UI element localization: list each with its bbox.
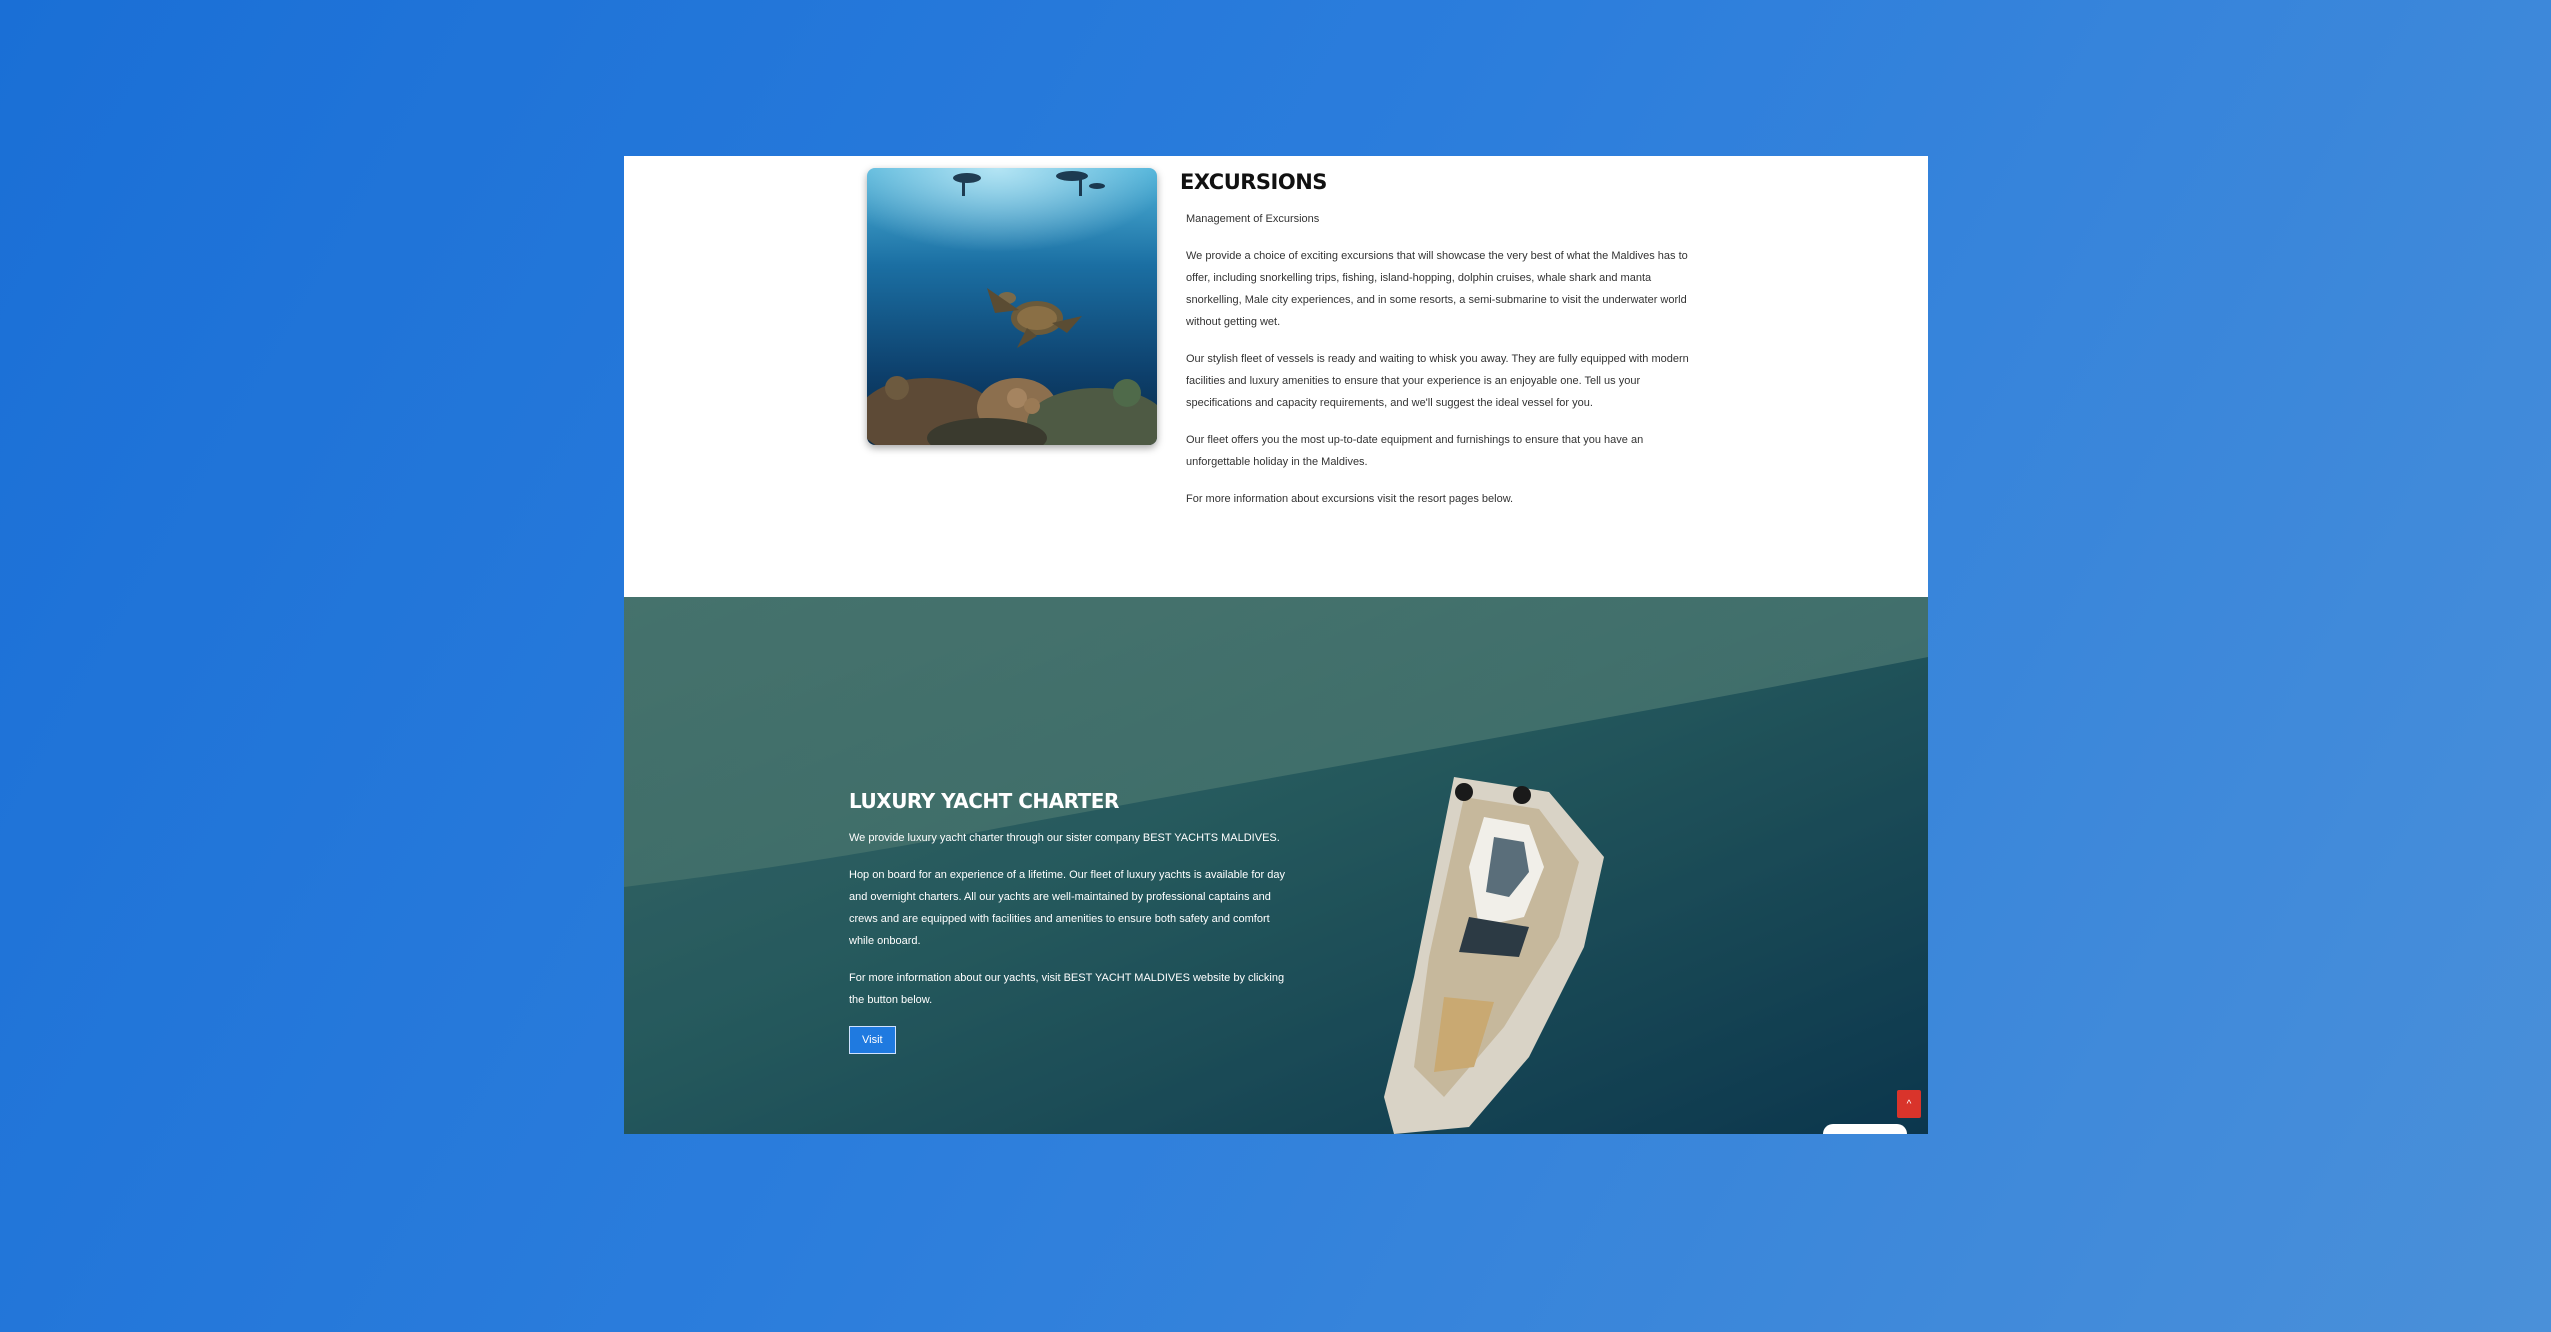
excursions-body: Management of Excursions We provide a ch…: [1186, 208, 1706, 525]
visit-button[interactable]: Visit: [849, 1026, 896, 1054]
chevron-up-icon: ^: [1906, 1098, 1912, 1110]
excursions-photo-sea-turtle: [867, 168, 1157, 445]
excursions-paragraph: For more information about excursions vi…: [1186, 493, 1514, 505]
yacht-paragraph: For more information about our yachts, v…: [849, 972, 1285, 1006]
excursions-paragraph: Our fleet offers you the most up-to-date…: [1186, 434, 1644, 468]
scroll-to-top-button[interactable]: ^: [1897, 1090, 1921, 1118]
excursions-subtitle: Management of Excursions: [1186, 213, 1320, 225]
yacht-paragraph: Hop on board for an experience of a life…: [849, 869, 1285, 947]
yacht-charter-content: LUXURY YACHT CHARTER We provide luxury y…: [849, 789, 1289, 1054]
sea-turtle-illustration: [867, 168, 1157, 445]
yacht-charter-section: LUXURY YACHT CHARTER We provide luxury y…: [624, 597, 1928, 1134]
yacht-paragraph: We provide luxury yacht charter through …: [849, 832, 1280, 844]
page-frame: EXCURSIONS Management of Excursions We p…: [624, 156, 1928, 1134]
excursions-paragraph: We provide a choice of exciting excursio…: [1186, 250, 1688, 328]
excursions-paragraph: Our stylish fleet of vessels is ready an…: [1186, 353, 1689, 409]
excursions-section: EXCURSIONS Management of Excursions We p…: [624, 156, 1928, 597]
chat-widget-tab[interactable]: [1823, 1124, 1907, 1134]
excursions-title: EXCURSIONS: [1180, 170, 1327, 194]
yacht-charter-title: LUXURY YACHT CHARTER: [849, 789, 1119, 813]
